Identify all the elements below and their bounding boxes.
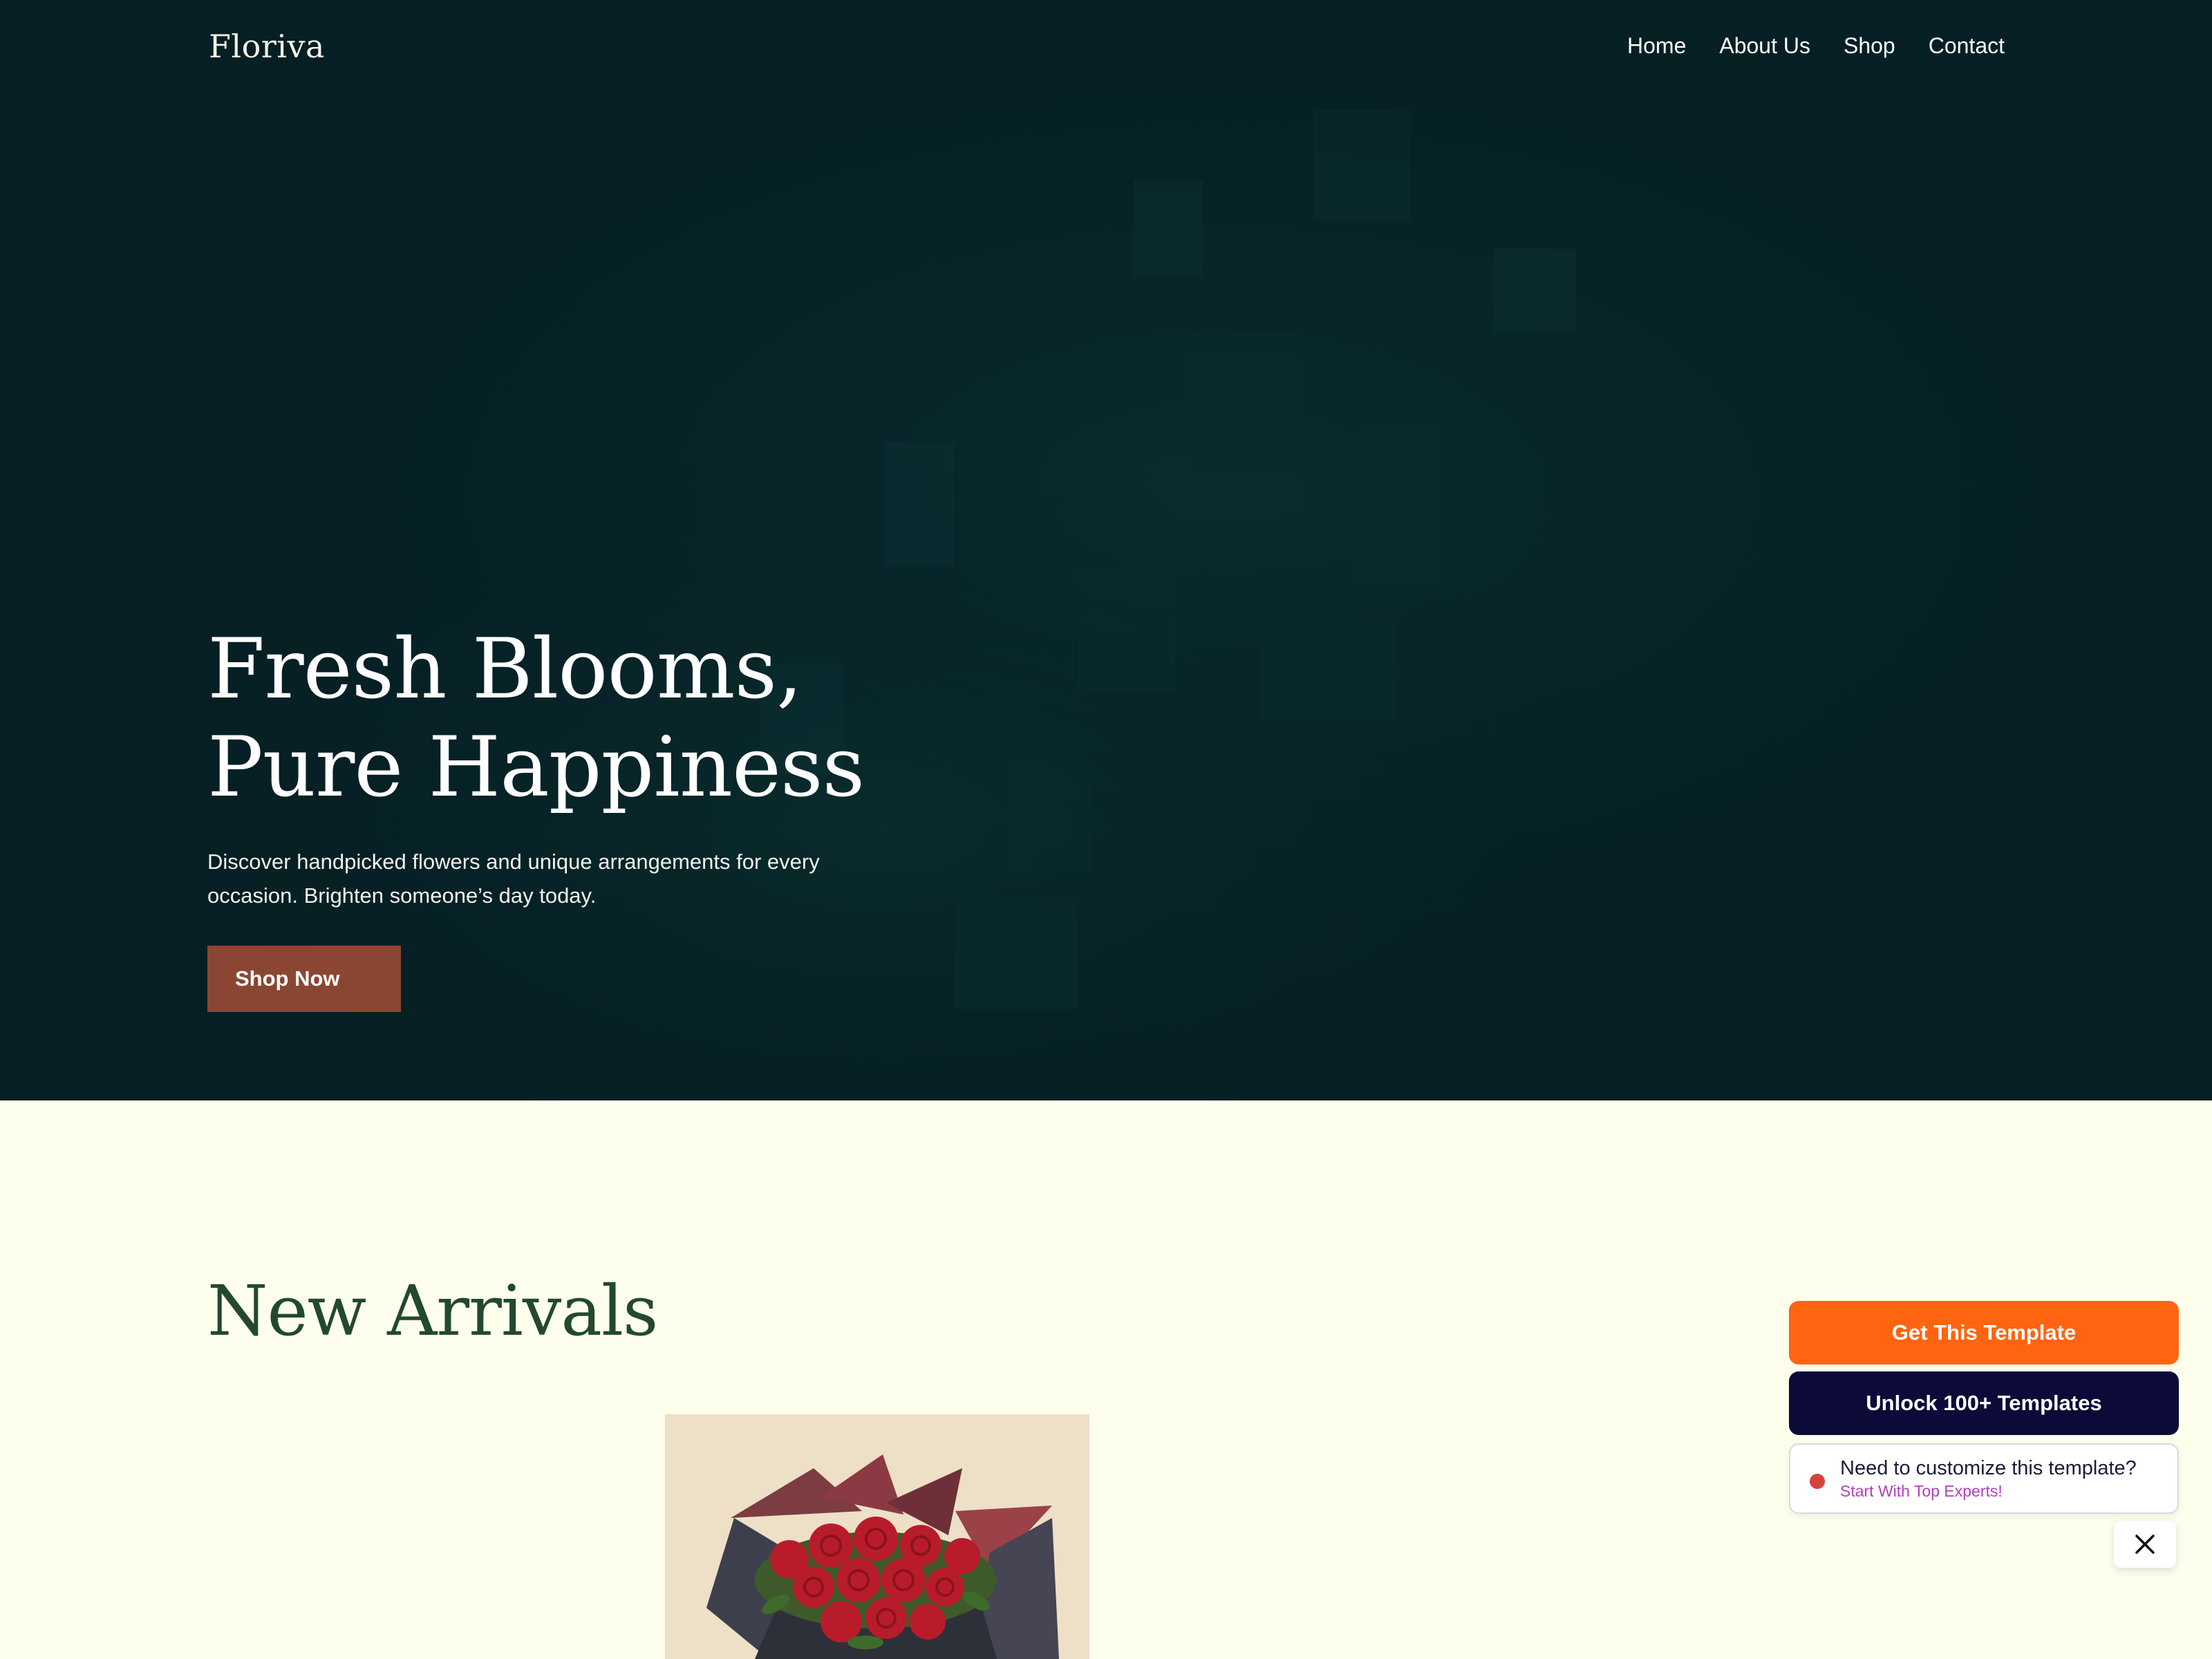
main-nav: Home About Us Shop Contact [1627,33,2005,59]
get-this-template-button[interactable]: Get This Template [1789,1301,2179,1365]
product-card-rose-bouquet[interactable] [665,1414,1089,1659]
top-experts-link[interactable]: Start With Top Experts! [1840,1482,2003,1501]
status-dot-icon [1810,1474,1825,1489]
customize-template-card[interactable]: Need to customize this template? Start W… [1789,1443,2179,1514]
new-arrivals-heading: New Arrivals [207,1271,658,1351]
nav-item-contact[interactable]: Contact [1929,33,2005,59]
nav-item-about-us[interactable]: About Us [1719,33,1810,59]
promo-widget: Get This Template Unlock 100+ Templates … [1789,1301,2179,1514]
hero-title-line-2: Pure Happiness [207,720,865,816]
nav-item-home[interactable]: Home [1627,33,1686,59]
customize-question: Need to customize this template? [1840,1457,2137,1479]
rose-bouquet-image [665,1414,1089,1659]
shop-now-button[interactable]: Shop Now [207,946,401,1012]
brand-logo[interactable]: Floriva [209,28,325,65]
hero-title-line-1: Fresh Blooms, [207,621,803,718]
hero-title: Fresh Blooms, Pure Happiness [207,621,865,817]
hero-section: Floriva Home About Us Shop Contact Fresh… [0,0,2212,1100]
nav-item-shop[interactable]: Shop [1844,33,1895,59]
hero-subtitle: Discover handpicked flowers and unique a… [207,850,820,908]
unlock-templates-button[interactable]: Unlock 100+ Templates [1789,1371,2179,1435]
hero-background-image [0,0,2212,1100]
close-icon [2135,1535,2155,1554]
close-widget-button[interactable] [2114,1521,2176,1568]
